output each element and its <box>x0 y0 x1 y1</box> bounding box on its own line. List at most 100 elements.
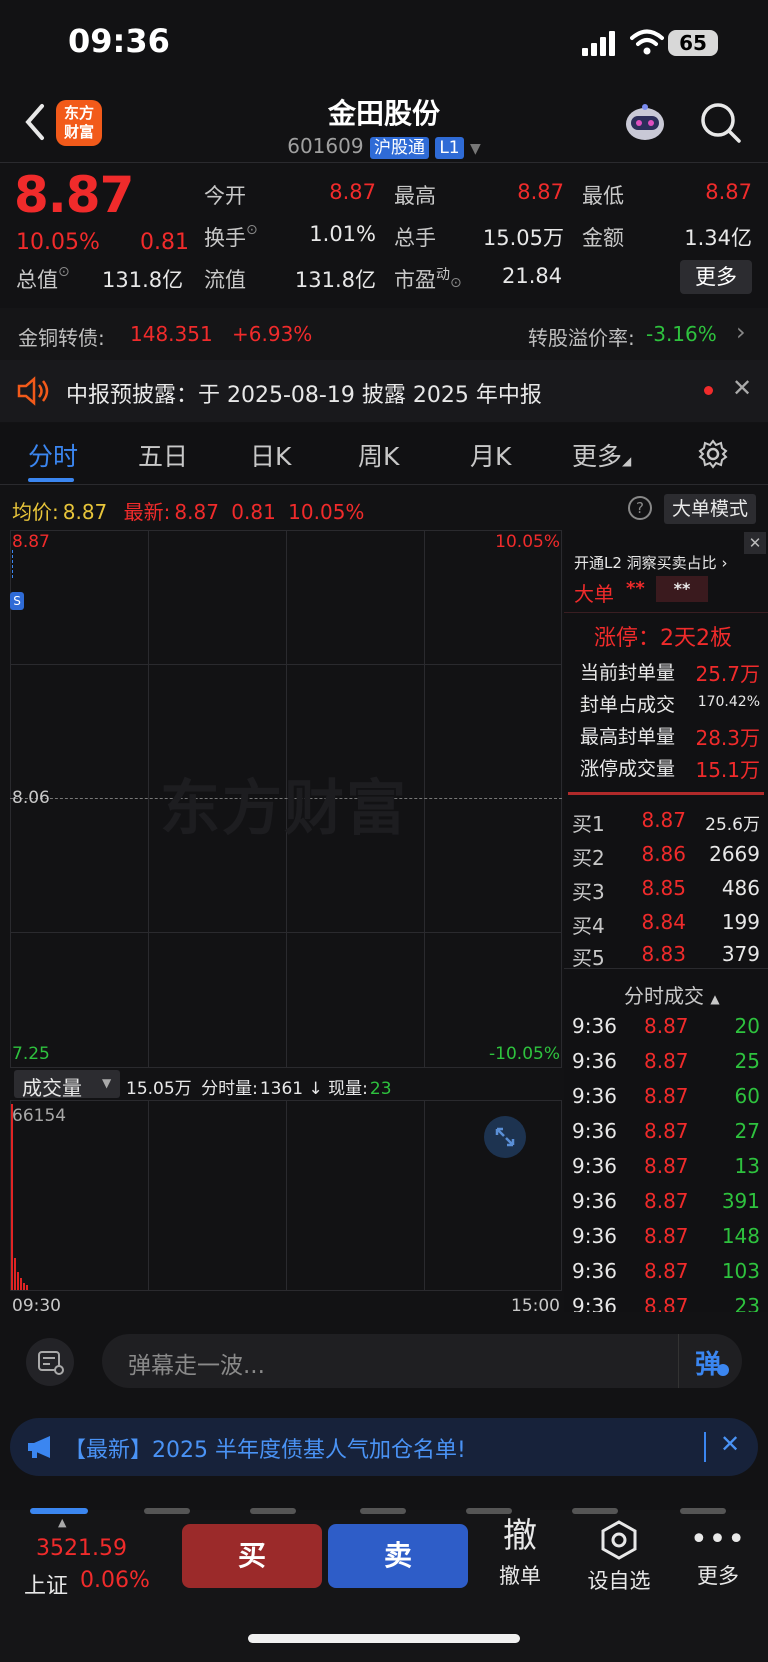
notice-bar[interactable]: 中报预披露：于 2025-08-19 披露 2025 年中报 ✕ <box>0 360 768 422</box>
divider <box>564 612 768 613</box>
divider <box>564 968 768 969</box>
open-value: 8.87 <box>329 180 376 204</box>
premium-label: 转股溢价率: <box>528 326 635 350</box>
pct-axis-top: 10.05% <box>495 532 560 552</box>
speaker-icon <box>17 376 49 406</box>
y-axis-mid: 8.06 <box>12 788 50 808</box>
danmaku-input[interactable]: 弹幕走一波... 弹 <box>102 1334 742 1388</box>
limit-volume-value: 15.1万 <box>695 758 760 782</box>
amount-value: 1.34亿 <box>684 226 752 250</box>
clock: 09:36 <box>68 22 170 60</box>
volume-bar <box>17 1272 19 1290</box>
low-label: 最低 <box>582 184 624 208</box>
limit-volume-label: 涨停成交量 <box>580 758 676 780</box>
search-icon[interactable] <box>700 102 742 144</box>
cancel-order-button[interactable]: 撤 撤单 <box>486 1516 554 1590</box>
pe-label[interactable]: 市盈动⊙ <box>394 264 462 294</box>
seal-ratio-value: 170.42% <box>697 694 760 710</box>
intraday-price-chart[interactable]: 东方财富 8.87 8.06 7.25 10.05% -10.05% S <box>10 530 562 1068</box>
pct-axis-bottom: -10.05% <box>489 1044 560 1064</box>
tab-weekly-k[interactable]: 周K <box>358 437 399 473</box>
danmaku-settings-icon[interactable] <box>26 1338 74 1386</box>
volume-selector[interactable]: 成交量 ▼ <box>14 1070 120 1100</box>
add-watchlist-icon <box>601 1520 637 1560</box>
volume-bar <box>26 1285 28 1290</box>
tab-five-day[interactable]: 五日 <box>138 437 188 473</box>
robot-assistant-icon[interactable] <box>622 102 668 144</box>
index-ticker[interactable]: ▲ 3521.59 上证 0.06% <box>14 1516 174 1599</box>
check-badge-icon <box>717 1364 729 1376</box>
last-price: 8.87 <box>14 166 134 224</box>
volume-label: 总手 <box>394 226 436 250</box>
tab-more[interactable]: 更多◢ <box>572 437 631 473</box>
dropdown-caret-icon: ▼ <box>102 1076 112 1090</box>
pe-value: 21.84 <box>502 264 563 288</box>
float-cap-label: 流值 <box>204 268 246 292</box>
bond-change: +6.93% <box>232 322 313 346</box>
volume-bar <box>20 1278 22 1290</box>
market-cap-value: 131.8亿 <box>102 268 184 292</box>
market-cap-label[interactable]: 总值⊙ <box>16 264 70 294</box>
close-icon[interactable]: ✕ <box>720 1430 740 1458</box>
seal-ratio-label: 封单占成交 <box>580 694 676 716</box>
connect-tag: 沪股通 <box>369 136 429 159</box>
volume-bar <box>11 1104 13 1290</box>
info-icon: ⊙ <box>246 222 258 238</box>
big-order-mode-button[interactable]: 大单模式 <box>664 494 756 524</box>
volume-max-label: 66154 <box>12 1106 67 1126</box>
turnover-label[interactable]: 换手⊙ <box>204 222 258 252</box>
banner-text: 【最新】2025 半年度债基人气加仓名单! <box>64 1438 466 1463</box>
index-value: 3521.59 <box>36 1536 127 1561</box>
change-amount: 0.81 <box>140 230 189 255</box>
divider <box>704 1432 706 1462</box>
promo-banner[interactable]: 【最新】2025 半年度债基人气加仓名单! ✕ <box>10 1418 758 1476</box>
trades-title[interactable]: 分时成交 ▲ <box>624 980 720 1009</box>
megaphone-icon <box>28 1436 50 1458</box>
stock-code: 601609 <box>287 134 364 158</box>
caret-up-icon: ▲ <box>58 1516 67 1529</box>
add-watchlist-button[interactable]: 设自选 <box>578 1520 660 1595</box>
sell-signal-marker[interactable]: S <box>10 592 24 610</box>
close-icon[interactable]: ✕ <box>744 532 766 554</box>
y-axis-bottom: 7.25 <box>12 1044 50 1064</box>
change-percent: 10.05% <box>16 230 100 255</box>
big-order-ratio: ** <box>656 576 708 602</box>
wifi-icon <box>630 29 664 55</box>
cellular-signal-icon <box>582 31 615 56</box>
caret-icon: ◢ <box>622 454 632 468</box>
index-name: 上证 <box>24 1574 69 1599</box>
l2-promo-link[interactable]: 开通L2 洞察买卖占比 › <box>574 552 727 573</box>
volume-chart[interactable]: 66154 09:30 15:00 <box>10 1100 562 1316</box>
max-seal-value: 28.3万 <box>695 726 760 750</box>
home-indicator <box>248 1634 520 1643</box>
tab-intraday[interactable]: 分时 <box>28 437 78 473</box>
seal-volume-value: 25.7万 <box>695 662 760 686</box>
limit-up-streak: 涨停：2天2板 <box>594 626 732 651</box>
amount-label: 金额 <box>582 226 624 250</box>
unread-dot <box>704 386 713 395</box>
expand-icon[interactable] <box>484 1116 526 1158</box>
tab-strip-peek <box>0 1502 768 1514</box>
chart-info-line: 均价: 8.87 最新: 8.87 0.81 10.05% <box>12 500 365 524</box>
battery-icon: 65 <box>668 30 718 56</box>
convertible-bond-row[interactable]: 金铜转债: 148.351 +6.93% 转股溢价率: -3.16% › <box>0 308 768 360</box>
more-quote-button[interactable]: 更多 <box>680 260 752 294</box>
price-line-start <box>12 550 13 578</box>
buy-button[interactable]: 买 <box>182 1524 322 1588</box>
y-axis-top: 8.87 <box>12 532 50 552</box>
danmaku-placeholder: 弹幕走一波... <box>128 1353 265 1379</box>
sell-button[interactable]: 卖 <box>328 1524 468 1588</box>
more-menu-button[interactable]: ••• 更多 <box>684 1520 752 1590</box>
watermark: 东方财富 <box>160 774 408 844</box>
help-icon[interactable]: ? <box>628 496 652 520</box>
active-tab-indicator <box>28 478 74 482</box>
tab-daily-k[interactable]: 日K <box>250 437 291 473</box>
close-icon[interactable]: ✕ <box>732 374 752 402</box>
volume-bar <box>14 1258 16 1290</box>
open-label: 今开 <box>204 184 246 208</box>
gear-icon[interactable] <box>698 439 728 469</box>
tab-monthly-k[interactable]: 月K <box>470 437 511 473</box>
big-order-value: ** <box>626 578 645 599</box>
danmaku-toggle-button[interactable]: 弹 <box>678 1334 742 1388</box>
cancel-order-icon: 撤 <box>503 1516 537 1556</box>
